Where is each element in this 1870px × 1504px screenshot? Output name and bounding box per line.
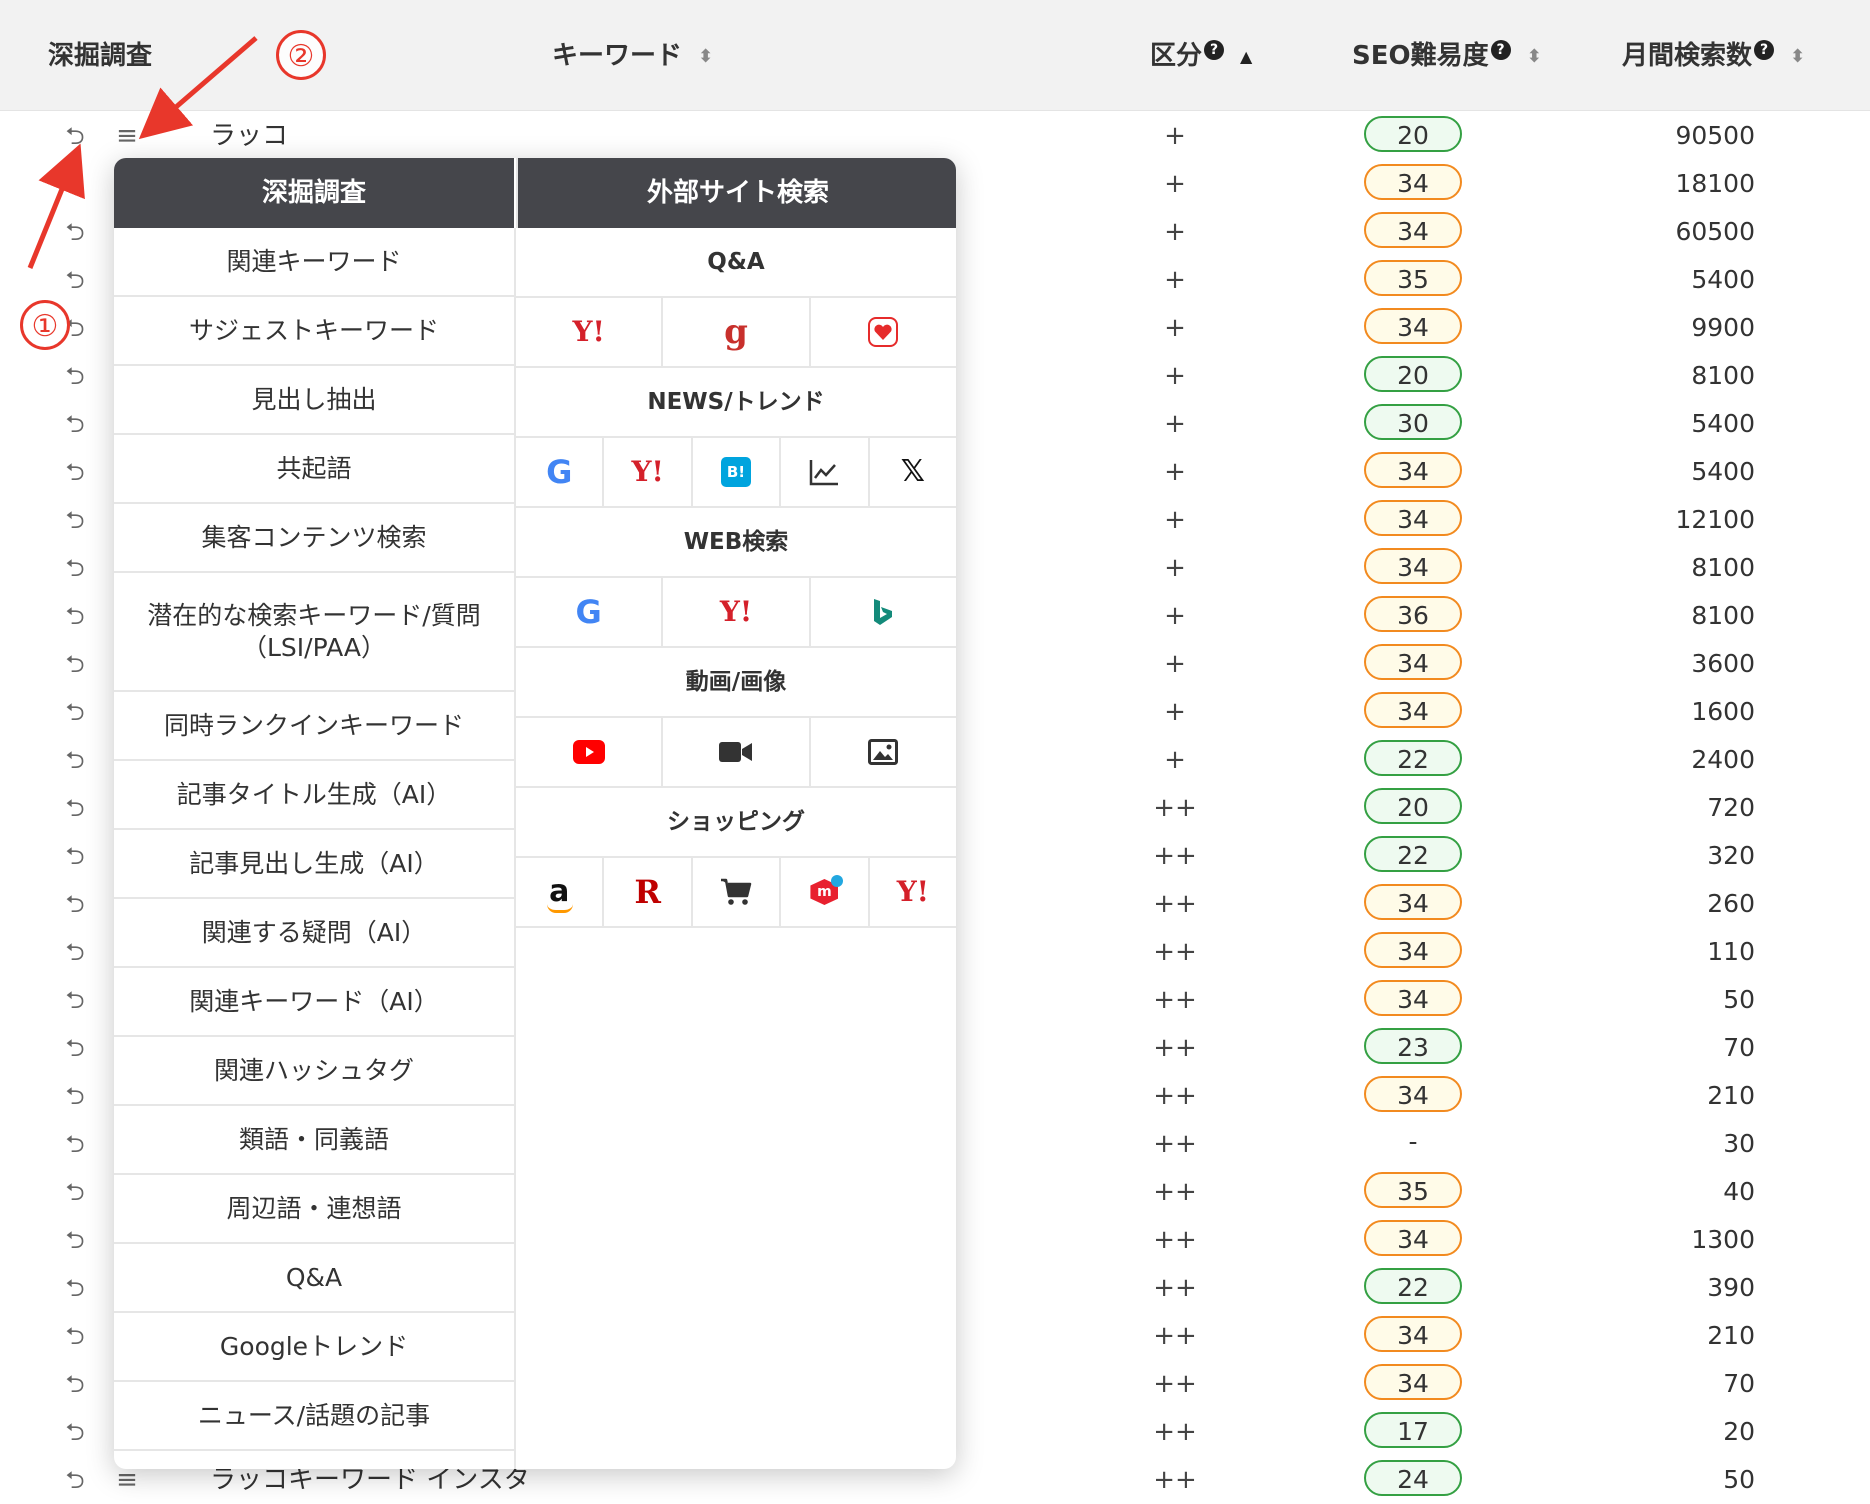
arrow-to-dig-icon [27,143,85,269]
annotation-one: ① [20,300,70,350]
annotation-arrows [27,36,258,269]
arrow-to-menu-icon [138,36,258,140]
annotation-two: ② [276,30,326,80]
